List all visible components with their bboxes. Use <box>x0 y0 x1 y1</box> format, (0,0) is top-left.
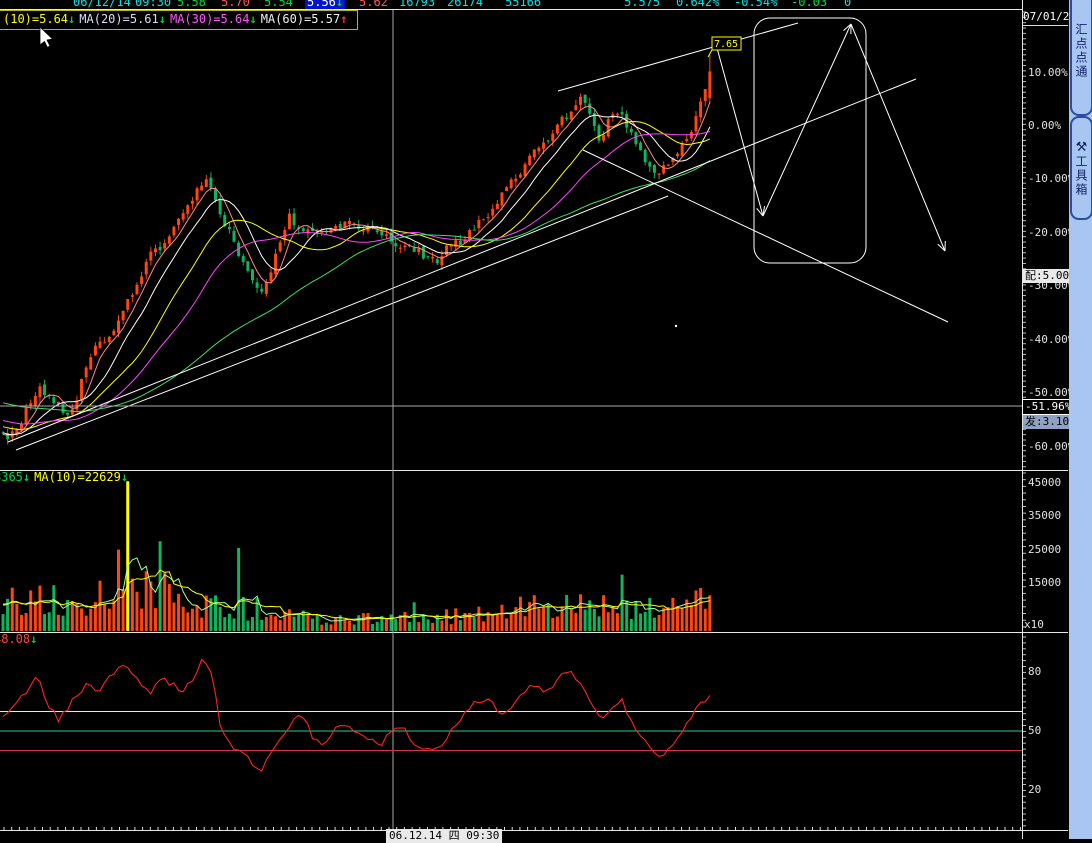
topbar-value: 5.70 <box>221 0 250 9</box>
huidian-diandiantong-button[interactable]: 汇点点通 <box>1070 0 1092 116</box>
chart-canvas[interactable]: 7.65 <box>0 0 1069 839</box>
tools-hammer-icon: ⚒ <box>1076 140 1088 155</box>
trading-app-window: { "topbar": { "items": [ {"text":"06/12/… <box>0 0 1092 839</box>
legend-item: 8365↓ <box>0 470 30 484</box>
topbar-value: 0.642% <box>676 0 719 9</box>
svg-text:7.65: 7.65 <box>714 39 738 50</box>
right-toolbar: 汇点点通 ⚒ 工具箱 <box>1069 0 1092 839</box>
topbar-value: -0.03 <box>791 0 827 9</box>
legend-item: 48.08↓ <box>0 632 37 646</box>
quote-topbar: 06/12/14 09:30 5.58 5.70 5.54 5.56↓ 5.62 16793 2… <box>0 0 1022 9</box>
topbar-value: 16793 <box>399 0 435 9</box>
topbar-value: 5.56↓ <box>305 0 345 9</box>
toolbox-button[interactable]: ⚒ 工具箱 <box>1070 116 1092 220</box>
topbar-value: 5.62 <box>359 0 388 9</box>
candlestick-chart <box>2 55 712 445</box>
topbar-value: 26174 <box>447 0 483 9</box>
legend-item: MA(60)=5.57↑ <box>261 12 348 26</box>
crosshair-percent-readout: -51.96% <box>1022 399 1074 415</box>
rsi-legend: 48.08↓ <box>0 633 41 646</box>
topbar-value: 5.58 <box>177 0 206 9</box>
topbar-value: 5.54 <box>264 0 293 9</box>
drawing-annotations: 7.65 <box>0 10 1022 830</box>
crosshair-date-readout: 06.12.14 四 09:30 <box>386 829 502 843</box>
topbar-value: -0.54% <box>734 0 777 9</box>
huidian-button-label: 汇点点通 <box>1073 23 1090 79</box>
rsi-chart <box>0 659 1022 771</box>
toolbox-button-label: 工具箱 <box>1073 155 1090 197</box>
topbar-value: 0 <box>844 0 851 9</box>
ipo-price-badge: 发:3.10 <box>1023 415 1071 429</box>
legend-item: MA(10)=22629↓ <box>34 470 128 484</box>
mouse-cursor <box>0 0 60 60</box>
topbar-value: 06/12/14 <box>73 0 131 9</box>
topbar-value: 55166 <box>505 0 541 9</box>
legend-item: MA(20)=5.61↓ <box>79 12 166 26</box>
volume-legend: 8365↓ MA(10)=22629↓ <box>0 471 132 484</box>
axis-date-reference: 07/01/29 <box>1023 10 1068 26</box>
topbar-value: 09:30 <box>135 0 171 9</box>
topbar-value: 5.575 <box>624 0 660 9</box>
legend-item: MA(30)=5.64↓ <box>170 12 257 26</box>
rights-issue-price-badge: 配:5.00 <box>1023 269 1071 283</box>
volume-chart <box>2 481 712 631</box>
